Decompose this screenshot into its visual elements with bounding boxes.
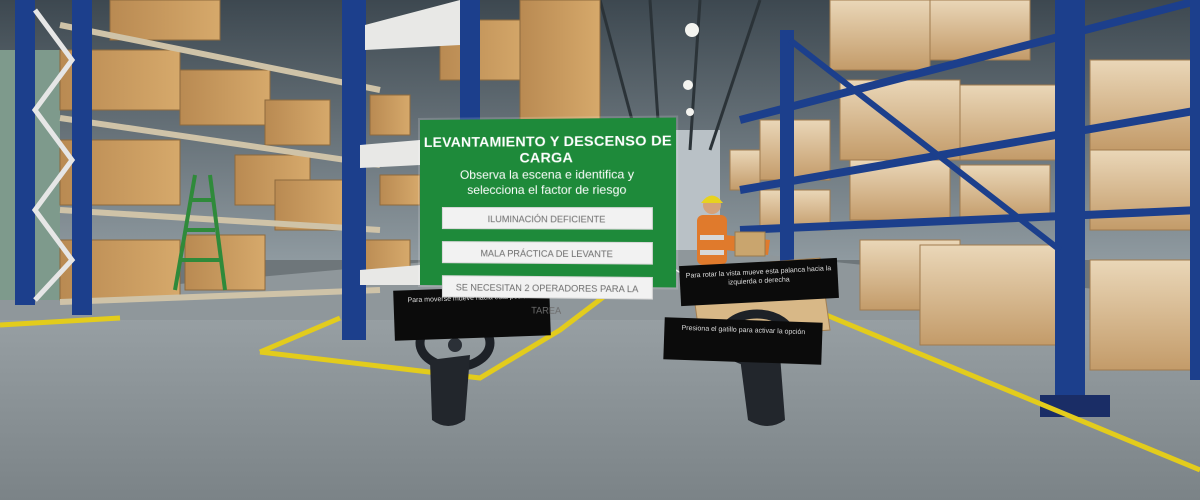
option-iluminacion-deficiente[interactable]: ILUMINACIÓN DEFICIENTE [441,207,653,230]
panel-title: LEVANTAMIENTO Y DESCENSO DE CARGA [423,131,672,166]
option-mala-practica-de-levante[interactable]: MALA PRÁCTICA DE LEVANTE [441,241,653,265]
option-se-necesitan-2-operadores[interactable]: SE NECESITAN 2 OPERADORES PARA LA TAREA [441,275,653,316]
question-panel: LEVANTAMIENTO Y DESCENSO DE CARGA Observ… [420,117,677,316]
right-thumbstick-tooltip: Para rotar la vista mueve esta palanca h… [679,257,839,307]
right-trigger-tooltip: Presiona el gatillo para activar la opci… [663,317,823,365]
panel-instruction: Observa la escena e identifica y selecci… [459,167,635,197]
